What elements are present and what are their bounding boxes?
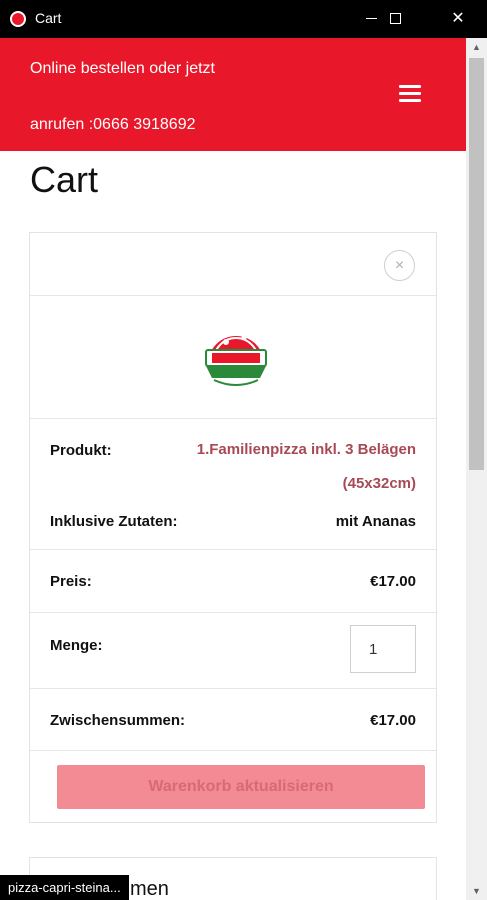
status-url: pizza-capri-steina... xyxy=(0,875,129,900)
price-value: €17.00 xyxy=(370,573,416,590)
header-text-line1: Online bestellen oder jetzt xyxy=(30,60,215,77)
quantity-input[interactable]: 1 xyxy=(350,625,416,673)
window-titlebar: Cart ✕ xyxy=(0,0,487,38)
cart-totals-title: men xyxy=(130,878,169,900)
price-label: Preis: xyxy=(50,573,92,590)
product-row: Produkt: 1.Familienpizza inkl. 3 Belägen… xyxy=(30,419,436,550)
remove-row: × xyxy=(30,233,436,296)
thumbnail-row xyxy=(30,296,436,419)
ingredients-label: Inklusive Zutaten: xyxy=(50,513,178,530)
update-cart-button[interactable]: Warenkorb aktualisieren xyxy=(57,765,425,809)
remove-item-button[interactable]: × xyxy=(384,250,415,281)
page-content: Online bestellen oder jetzt anrufen :066… xyxy=(0,38,466,900)
scroll-up-icon[interactable]: ▲ xyxy=(466,38,487,56)
product-name-link[interactable]: 1.Familienpizza inkl. 3 Belägen (45x32cm… xyxy=(136,433,416,501)
maximize-button[interactable] xyxy=(372,4,418,32)
quantity-label: Menge: xyxy=(50,637,103,654)
product-label: Produkt: xyxy=(50,442,112,459)
subtotal-value: €17.00 xyxy=(370,712,416,729)
scrollbar-thumb[interactable] xyxy=(469,58,484,470)
subtotal-label: Zwischensummen: xyxy=(50,712,186,729)
site-header: Online bestellen oder jetzt anrufen :066… xyxy=(0,38,466,151)
ingredients-value: mit Ananas xyxy=(335,513,416,530)
cart-item-card: × Produkt: 1.Familienpizza inkl. 3 Beläg… xyxy=(29,232,437,823)
hamburger-icon[interactable] xyxy=(399,85,421,103)
subtotal-row: Zwischensummen: €17.00 xyxy=(30,689,436,751)
pizza-capri-logo[interactable] xyxy=(200,320,272,392)
vertical-scrollbar[interactable]: ▲ ▼ xyxy=(466,38,487,900)
app-icon xyxy=(10,11,26,27)
maximize-icon xyxy=(389,12,401,24)
price-row: Preis: €17.00 xyxy=(30,550,436,613)
scroll-down-icon[interactable]: ▼ xyxy=(466,882,487,900)
header-phone[interactable]: anrufen :0666 3918692 xyxy=(30,116,195,134)
quantity-row: Menge: 1 xyxy=(30,613,436,689)
close-button[interactable]: ✕ xyxy=(435,4,481,32)
page-title: Cart xyxy=(30,159,99,200)
window-title: Cart xyxy=(35,10,62,26)
close-icon: × xyxy=(394,256,405,274)
